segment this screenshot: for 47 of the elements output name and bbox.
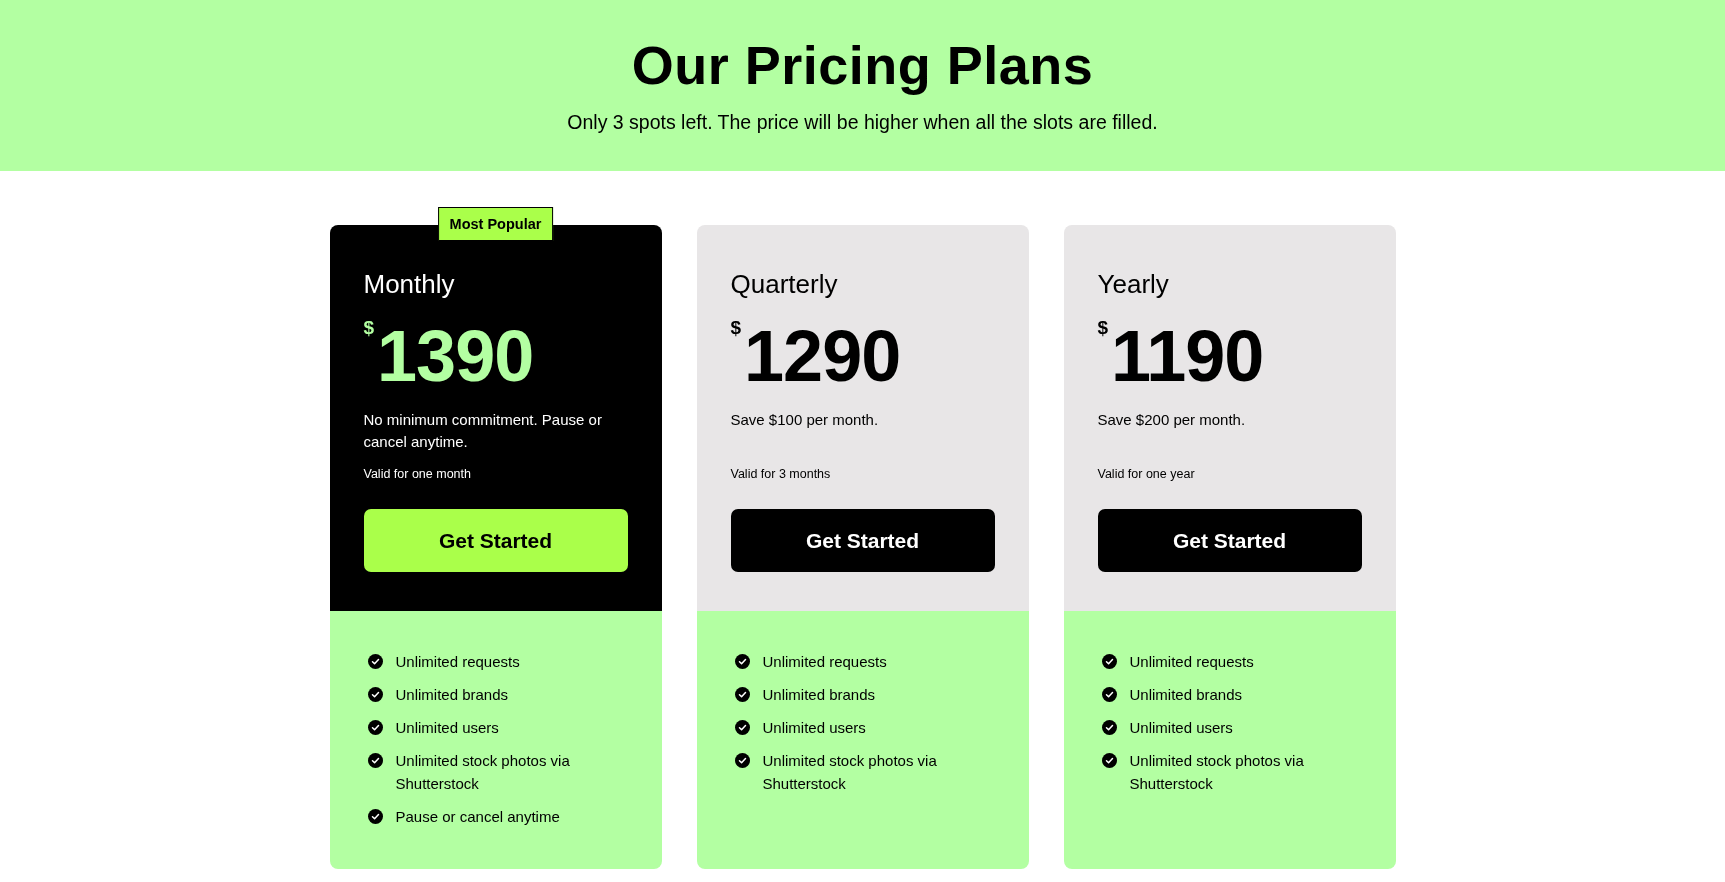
feature-text: Unlimited users bbox=[762, 718, 866, 738]
get-started-button[interactable]: Get Started bbox=[1097, 509, 1362, 572]
feature-text: Pause or cancel anytime bbox=[395, 807, 560, 827]
feature-text: Unlimited requests bbox=[762, 652, 887, 672]
price-amount: 1190 bbox=[1111, 320, 1264, 392]
currency-symbol: $ bbox=[1097, 318, 1109, 337]
check-circle-icon bbox=[367, 687, 383, 702]
check-circle-icon bbox=[1101, 753, 1117, 768]
check-circle-icon bbox=[734, 753, 750, 768]
check-circle-icon bbox=[367, 654, 383, 669]
popular-badge: Most Popular bbox=[437, 207, 554, 241]
page-title: Our Pricing Plans bbox=[631, 34, 1094, 97]
price-amount: 1290 bbox=[744, 320, 901, 392]
plan-name: Quarterly bbox=[730, 268, 838, 300]
plan-description: Save $200 per month. bbox=[1097, 410, 1246, 430]
feature-text: Unlimited stock photos via Shutterstock bbox=[1129, 751, 1305, 794]
get-started-button[interactable]: Get Started bbox=[730, 509, 995, 572]
feature-text: Unlimited stock photos via Shutterstock bbox=[395, 751, 571, 794]
validity-note: Valid for one month bbox=[363, 466, 471, 483]
check-circle-icon bbox=[734, 720, 750, 735]
check-circle-icon bbox=[367, 720, 383, 735]
currency-symbol: $ bbox=[363, 318, 375, 337]
check-circle-icon bbox=[1101, 687, 1117, 702]
feature-text: Unlimited requests bbox=[395, 652, 520, 672]
validity-note: Valid for one year bbox=[1097, 466, 1195, 483]
check-circle-icon bbox=[367, 809, 383, 824]
price-amount: 1390 bbox=[377, 320, 534, 392]
feature-text: Unlimited brands bbox=[762, 685, 876, 705]
check-circle-icon bbox=[1101, 720, 1117, 735]
check-circle-icon bbox=[734, 654, 750, 669]
currency-symbol: $ bbox=[730, 318, 742, 337]
feature-text: Unlimited stock photos via Shutterstock bbox=[762, 751, 938, 794]
plan-description: Save $100 per month. bbox=[730, 410, 879, 430]
plan-description: No minimum commitment. Pause or cancel anytime. bbox=[363, 410, 603, 452]
check-circle-icon bbox=[734, 687, 750, 702]
feature-text: Unlimited brands bbox=[1129, 685, 1243, 705]
check-circle-icon bbox=[367, 753, 383, 768]
page-subtitle: Only 3 spots left. The price will be higher when all the slots are filled. bbox=[567, 110, 1158, 134]
get-started-button[interactable]: Get Started bbox=[363, 509, 628, 572]
feature-text: Unlimited brands bbox=[395, 685, 509, 705]
feature-text: Unlimited requests bbox=[1129, 652, 1254, 672]
feature-text: Unlimited users bbox=[395, 718, 499, 738]
feature-text: Unlimited users bbox=[1129, 718, 1233, 738]
check-circle-icon bbox=[1101, 654, 1117, 669]
plan-name: Monthly bbox=[363, 268, 455, 300]
plan-name: Yearly bbox=[1097, 268, 1169, 300]
validity-note: Valid for 3 months bbox=[730, 466, 831, 483]
